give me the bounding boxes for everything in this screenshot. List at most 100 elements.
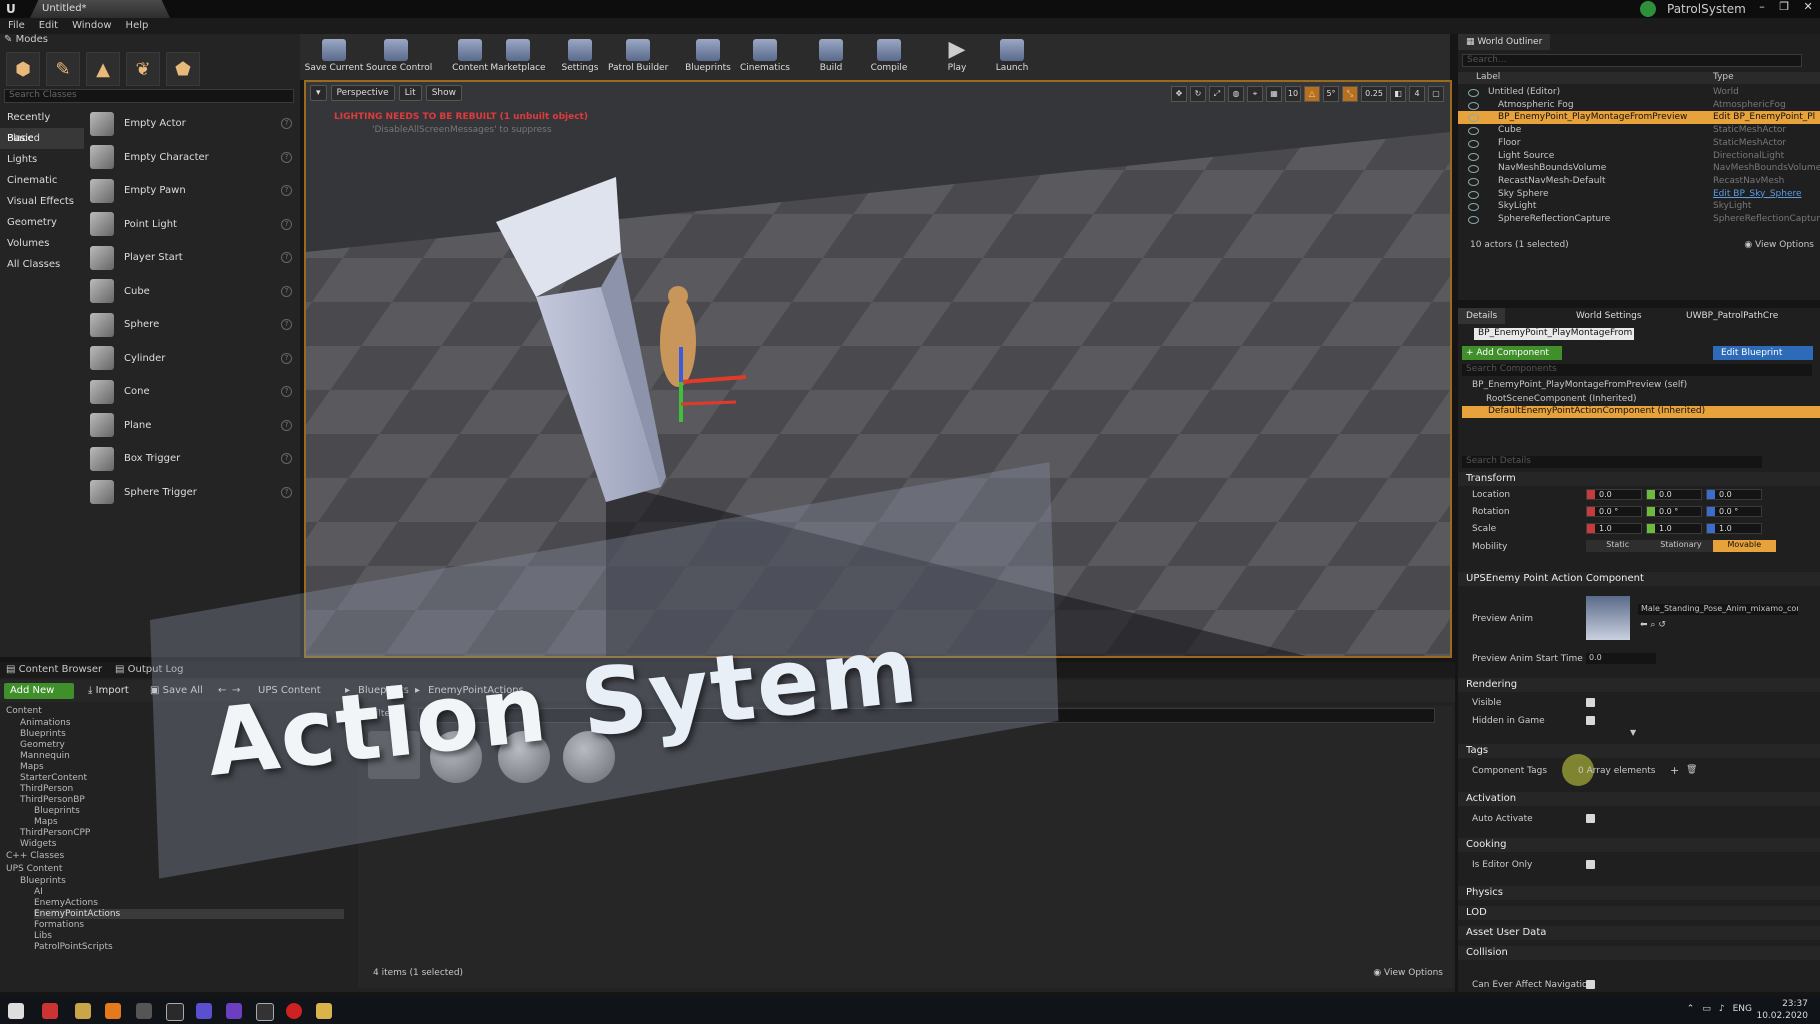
tree-folder[interactable]: ThirdPerson — [20, 784, 73, 794]
outliner-row[interactable]: SkyLight SkyLight — [1458, 200, 1820, 213]
grid-snap-value[interactable]: 10 — [1285, 86, 1301, 102]
visible-checkbox[interactable] — [1586, 698, 1595, 707]
editor-only-checkbox[interactable] — [1586, 860, 1595, 869]
search-components-input[interactable]: Search Components — [1462, 364, 1812, 376]
eye-icon[interactable] — [1468, 139, 1479, 148]
outliner-row[interactable]: RecastNavMesh-Default RecastNavMesh — [1458, 175, 1820, 188]
eye-icon[interactable] — [1468, 114, 1479, 123]
geometry-mode-icon[interactable]: ⬟ — [166, 52, 200, 86]
grid-snap-icon[interactable]: ▦ — [1266, 86, 1282, 102]
minimize-button[interactable]: – — [1759, 0, 1765, 18]
category-lights[interactable]: Lights — [0, 149, 84, 170]
category-basic[interactable]: Basic — [0, 128, 84, 149]
outliner-row[interactable]: NavMeshBoundsVolume NavMeshBoundsVolume — [1458, 162, 1820, 175]
category-cinematic[interactable]: Cinematic — [0, 170, 84, 191]
rotation-x[interactable]: 0.0 ° — [1586, 506, 1642, 517]
preview-anim-thumbnail[interactable] — [1586, 596, 1630, 640]
scale-icon[interactable]: ⤢ — [1209, 86, 1225, 102]
maximize-button[interactable]: ❐ — [1779, 0, 1789, 18]
start-icon[interactable] — [8, 1003, 24, 1019]
tree-folder[interactable]: Blueprints — [20, 876, 66, 886]
foliage-mode-icon[interactable]: ❦ — [126, 52, 160, 86]
tree-folder[interactable]: Libs — [34, 931, 52, 941]
chevron-up-icon[interactable]: ⌃ — [1687, 1004, 1695, 1014]
camera-speed-icon[interactable]: ◧ — [1390, 86, 1406, 102]
type-column-header[interactable]: Type — [1713, 72, 1734, 82]
help-icon[interactable]: ? — [281, 252, 292, 264]
firefox-icon[interactable] — [105, 1003, 121, 1019]
tree-folder[interactable]: PatrolPointScripts — [34, 942, 113, 952]
expand-advanced-icon[interactable]: ▼ — [1630, 728, 1820, 737]
section-asset-user-data[interactable]: Asset User Data — [1458, 926, 1820, 940]
place-item[interactable]: Empty Pawn? — [88, 174, 298, 208]
tab-world-outliner[interactable]: ▦ World Outliner — [1458, 34, 1551, 50]
row-type-link[interactable]: Edit BP_EnemyPoint_Pl — [1713, 111, 1815, 124]
tree-folder[interactable]: AI — [34, 887, 43, 897]
tree-folder[interactable]: Blueprints — [34, 806, 80, 816]
source-control-button[interactable]: Source Control — [366, 34, 432, 80]
edit-blueprint-button[interactable]: Edit Blueprint — [1713, 346, 1813, 360]
search-details-input[interactable]: Search Details — [1462, 456, 1762, 468]
place-item[interactable]: Sphere? — [88, 308, 298, 342]
actor-name-field[interactable]: BP_EnemyPoint_PlayMontageFrom — [1474, 328, 1634, 340]
launch-button[interactable]: Launch — [982, 34, 1042, 80]
help-icon[interactable]: ? — [281, 453, 292, 465]
tree-folder[interactable]: ThirdPersonBP — [20, 795, 85, 805]
outliner-search-input[interactable]: Search... — [1462, 54, 1802, 67]
epic-launcher-icon[interactable] — [166, 1003, 184, 1021]
help-icon[interactable]: ? — [281, 285, 292, 297]
mobility-static[interactable]: Static — [1586, 540, 1650, 552]
eye-icon[interactable] — [1468, 165, 1479, 174]
section-collision[interactable]: Collision — [1458, 946, 1820, 960]
outliner-row[interactable]: Cube StaticMeshActor — [1458, 124, 1820, 137]
place-item[interactable]: Cone? — [88, 375, 298, 409]
tree-folder[interactable]: Formations — [34, 920, 84, 930]
eye-icon[interactable] — [1468, 190, 1479, 199]
component-self[interactable]: BP_EnemyPoint_PlayMontageFromPreview (se… — [1472, 380, 1820, 390]
scale-x[interactable]: 1.0 — [1586, 523, 1642, 534]
marketplace-button[interactable]: Marketplace — [488, 34, 548, 80]
outliner-row[interactable]: Floor StaticMeshActor — [1458, 137, 1820, 150]
visual-studio-icon[interactable] — [226, 1003, 242, 1019]
scale-z[interactable]: 1.0 — [1706, 523, 1762, 534]
rotation-y[interactable]: 0.0 ° — [1646, 506, 1702, 517]
paint-mode-icon[interactable]: ✎ — [46, 52, 80, 86]
preview-start-field[interactable]: 0.0 — [1586, 653, 1656, 664]
place-item[interactable]: Box Trigger? — [88, 442, 298, 476]
place-item[interactable]: Cylinder? — [88, 342, 298, 376]
rotation-z[interactable]: 0.0 ° — [1706, 506, 1762, 517]
lit-button[interactable]: Lit — [398, 85, 422, 101]
browse-icon[interactable]: ⌕ — [1650, 620, 1655, 630]
help-icon[interactable]: ? — [281, 185, 292, 197]
help-icon[interactable]: ? — [281, 151, 292, 163]
outliner-view-options[interactable]: ◉ View Options — [1744, 240, 1814, 250]
tab-details[interactable]: Details — [1458, 308, 1506, 324]
play-button[interactable]: ▶ Play — [927, 34, 987, 80]
outliner-row[interactable]: Sky Sphere Edit BP_Sky_Sphere — [1458, 188, 1820, 201]
tab-content-browser[interactable]: ▤ Content Browser — [6, 664, 102, 675]
scale-snap-icon[interactable]: ⤡ — [1342, 86, 1358, 102]
category-visual-effects[interactable]: Visual Effects — [0, 191, 84, 212]
outliner-row-selected[interactable]: BP_EnemyPoint_PlayMontageFromPreview Edit… — [1458, 111, 1820, 125]
scale-y[interactable]: 1.0 — [1646, 523, 1702, 534]
build-button[interactable]: Build — [801, 34, 861, 80]
compile-button[interactable]: Compile — [859, 34, 919, 80]
section-activation[interactable]: Activation — [1458, 792, 1820, 806]
help-icon[interactable]: ? — [281, 419, 292, 431]
section-physics[interactable]: Physics — [1458, 886, 1820, 900]
obs-icon[interactable] — [286, 1003, 302, 1019]
location-z[interactable]: 0.0 — [1706, 489, 1762, 500]
rotation-snap-icon[interactable]: △ — [1304, 86, 1320, 102]
section-lod[interactable]: LOD — [1458, 906, 1820, 920]
mobility-stationary[interactable]: Stationary — [1649, 540, 1713, 552]
document-tab[interactable]: Untitled* — [30, 0, 170, 18]
hidden-in-game-checkbox[interactable] — [1586, 716, 1595, 725]
place-item[interactable]: Empty Actor? — [88, 107, 298, 141]
place-item[interactable]: Plane? — [88, 409, 298, 443]
place-mode-icon[interactable]: ⬢ — [6, 52, 40, 86]
cinematics-button[interactable]: Cinematics — [735, 34, 795, 80]
volume-icon[interactable]: ♪ — [1719, 1004, 1725, 1014]
help-icon[interactable]: ? — [281, 118, 292, 130]
explorer-icon[interactable] — [75, 1003, 91, 1019]
search-classes-input[interactable]: Search Classes — [4, 89, 294, 103]
